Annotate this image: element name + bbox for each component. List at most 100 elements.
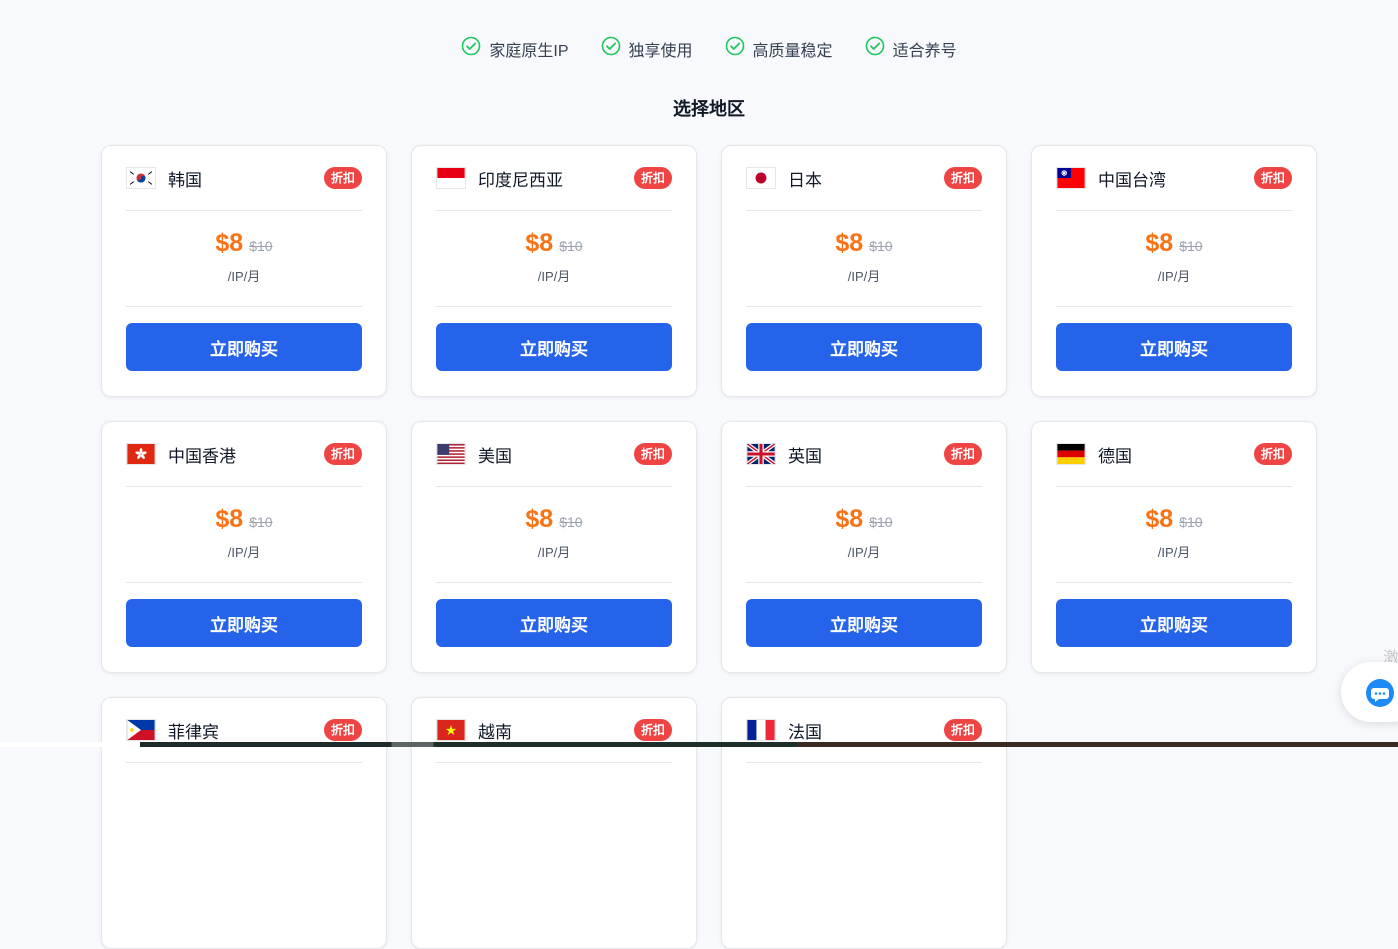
region-card-germany: 德国 折扣 $8 $10 /IP/月 立即购买	[1031, 421, 1317, 673]
card-header: 英国 折扣	[746, 422, 982, 487]
price-line: $8 $10	[1056, 505, 1292, 534]
usa-flag-icon	[436, 443, 466, 465]
price-line: $8 $10	[1056, 229, 1292, 258]
price-unit: /IP/月	[847, 545, 881, 560]
card-header: 越南 折扣	[436, 698, 672, 763]
card-header: 韩国 折扣	[126, 146, 362, 211]
region-card-korea: 韩国 折扣 $8 $10 /IP/月 立即购买	[101, 145, 387, 397]
germany-flag-icon	[1056, 443, 1086, 465]
price-unit: /IP/月	[847, 269, 881, 284]
taiwan-flag-icon	[1056, 167, 1086, 189]
country-name: 英国	[788, 446, 822, 466]
feature-label: 家庭原生IP	[489, 42, 569, 60]
price: $8	[1145, 505, 1174, 533]
feature-label: 高质量稳定	[752, 42, 833, 60]
card-title: 中国台湾	[1056, 166, 1166, 191]
region-card-japan: 日本 折扣 $8 $10 /IP/月 立即购买	[721, 145, 1007, 397]
check-circle-icon	[461, 36, 481, 61]
discount-badge: 折扣	[1253, 443, 1292, 465]
original-price: $10	[249, 238, 273, 254]
country-name: 印度尼西亚	[478, 170, 563, 190]
card-header: 美国 折扣	[436, 422, 672, 487]
feature-label: 适合养号	[892, 42, 957, 60]
france-flag-icon	[746, 719, 776, 741]
section-title: 选择地区	[673, 99, 745, 119]
discount-badge: 折扣	[633, 167, 672, 189]
region-card-france: 法国 折扣	[721, 697, 1007, 949]
buy-now-button[interactable]: 立即购买	[1056, 599, 1292, 647]
feature-item: 高质量稳定	[725, 36, 833, 61]
price-line: $8 $10	[436, 505, 672, 534]
country-name: 日本	[788, 170, 822, 190]
card-header: 法国 折扣	[746, 698, 982, 763]
card-title: 日本	[746, 166, 822, 191]
price: $8	[1145, 229, 1174, 257]
price-line: $8 $10	[436, 229, 672, 258]
buy-now-button[interactable]: 立即购买	[126, 599, 362, 647]
price: $8	[525, 229, 554, 257]
country-name: 越南	[478, 722, 512, 742]
card-header: 中国香港 折扣	[126, 422, 362, 487]
discount-badge: 折扣	[323, 443, 362, 465]
discount-badge: 折扣	[323, 719, 362, 741]
price: $8	[215, 229, 244, 257]
region-card-hongkong: 中国香港 折扣 $8 $10 /IP/月 立即购买	[101, 421, 387, 673]
country-name: 菲律宾	[168, 722, 219, 742]
original-price: $10	[1179, 238, 1203, 254]
feature-item: 家庭原生IP	[461, 36, 569, 61]
card-title: 法国	[746, 718, 822, 743]
original-price: $10	[869, 238, 893, 254]
card-header: 日本 折扣	[746, 146, 982, 211]
feature-list: 家庭原生IP 独享使用 高质量稳定 适合养号	[0, 36, 1398, 61]
card-header: 菲律宾 折扣	[126, 698, 362, 763]
region-card-uk: 英国 折扣 $8 $10 /IP/月 立即购买	[721, 421, 1007, 673]
buy-now-button[interactable]: 立即购买	[1056, 323, 1292, 371]
discount-badge: 折扣	[633, 443, 672, 465]
region-card-indonesia: 印度尼西亚 折扣 $8 $10 /IP/月 立即购买	[411, 145, 697, 397]
card-title: 英国	[746, 442, 822, 467]
price-line: $8 $10	[126, 505, 362, 534]
discount-badge: 折扣	[633, 719, 672, 741]
vietnam-flag-icon	[436, 719, 466, 741]
price-line: $8 $10	[126, 229, 362, 258]
price-unit: /IP/月	[227, 269, 261, 284]
card-title: 中国香港	[126, 442, 236, 467]
chat-bubble-icon[interactable]	[1366, 679, 1394, 707]
japan-flag-icon	[746, 167, 776, 189]
korea-flag-icon	[126, 167, 156, 189]
check-circle-icon	[601, 36, 621, 61]
price-block: $8 $10 /IP/月	[746, 487, 982, 583]
original-price: $10	[249, 514, 273, 530]
price-unit: /IP/月	[537, 269, 571, 284]
buy-now-button[interactable]: 立即购买	[746, 599, 982, 647]
buy-now-button[interactable]: 立即购买	[436, 323, 672, 371]
buy-now-button[interactable]: 立即购买	[746, 323, 982, 371]
discount-badge: 折扣	[1253, 167, 1292, 189]
price-line: $8 $10	[746, 229, 982, 258]
discount-badge: 折扣	[943, 167, 982, 189]
check-circle-icon	[865, 36, 885, 61]
region-card-philippines: 菲律宾 折扣	[101, 697, 387, 949]
price-line: $8 $10	[746, 505, 982, 534]
card-title: 印度尼西亚	[436, 166, 563, 191]
card-header: 印度尼西亚 折扣	[436, 146, 672, 211]
price-unit: /IP/月	[537, 545, 571, 560]
country-name: 法国	[788, 722, 822, 742]
buy-now-button[interactable]: 立即购买	[126, 323, 362, 371]
check-circle-icon	[725, 36, 745, 61]
philippines-flag-icon	[126, 719, 156, 741]
buy-now-button[interactable]: 立即购买	[436, 599, 672, 647]
price-block: $8 $10 /IP/月	[436, 487, 672, 583]
price-block: $8 $10 /IP/月	[126, 487, 362, 583]
indonesia-flag-icon	[436, 167, 466, 189]
price-unit: /IP/月	[1157, 545, 1191, 560]
feature-label: 独享使用	[628, 42, 693, 60]
region-card-usa: 美国 折扣 $8 $10 /IP/月 立即购买	[411, 421, 697, 673]
discount-badge: 折扣	[943, 719, 982, 741]
original-price: $10	[559, 238, 583, 254]
country-name: 中国香港	[168, 446, 236, 466]
feature-item: 适合养号	[865, 36, 957, 61]
price: $8	[525, 505, 554, 533]
card-title: 越南	[436, 718, 512, 743]
region-card-taiwan: 中国台湾 折扣 $8 $10 /IP/月 立即购买	[1031, 145, 1317, 397]
